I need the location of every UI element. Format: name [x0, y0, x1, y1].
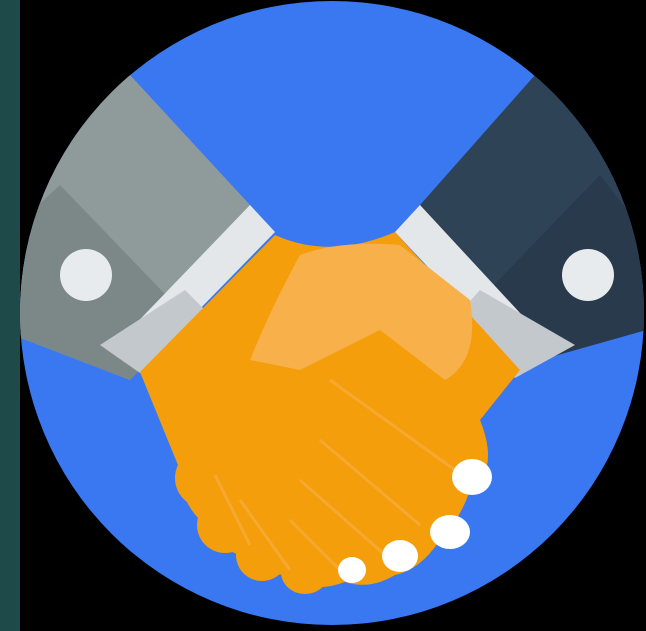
fingernail-4	[338, 557, 366, 583]
fingernail-3	[382, 540, 418, 572]
handshake-icon	[20, 1, 644, 625]
fingernail-1	[452, 459, 492, 495]
right-cuff-button	[562, 249, 614, 301]
fingernail-2	[430, 515, 470, 549]
left-cuff-button	[60, 249, 112, 301]
finger-left-4	[281, 550, 329, 594]
icon-canvas	[0, 0, 646, 631]
